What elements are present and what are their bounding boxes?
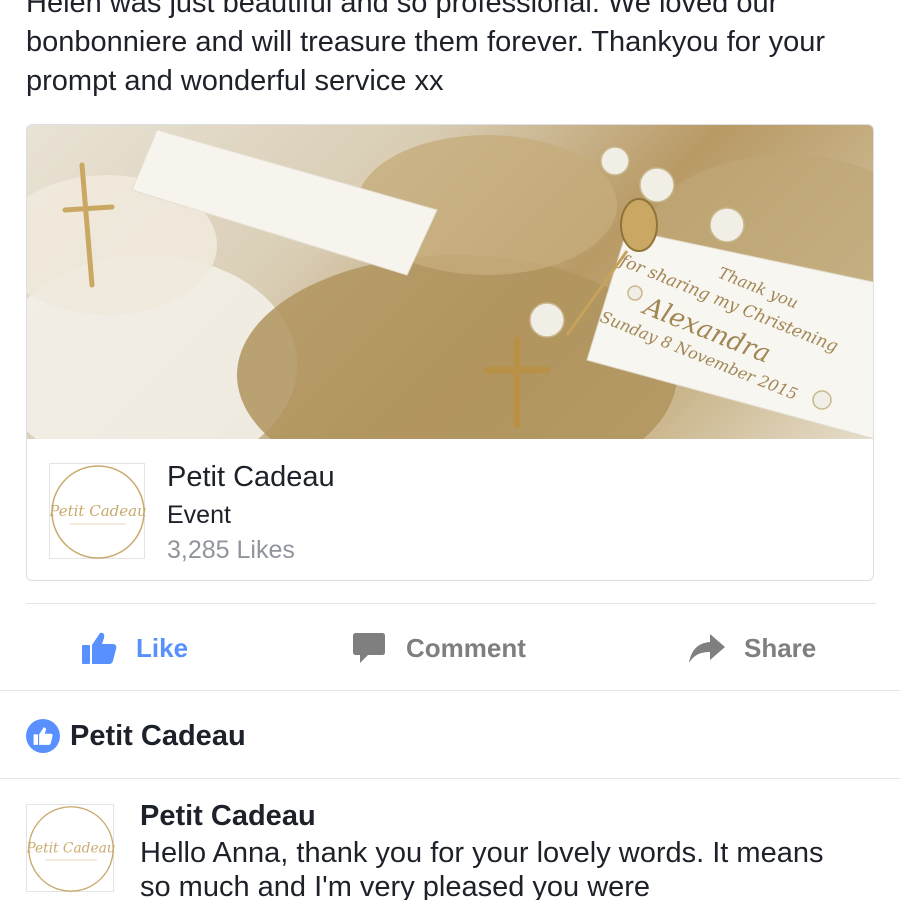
comment-author[interactable]: Petit Cadeau [140, 800, 316, 833]
page-logo[interactable]: Petit Cadeau [48, 463, 147, 559]
comment-bubble-icon [350, 629, 388, 667]
thumbs-up-badge-icon [26, 719, 60, 753]
share-button[interactable]: Share [688, 606, 816, 690]
divider-liked [0, 778, 900, 779]
action-bar: Like Comment Share [0, 606, 900, 690]
divider-top [26, 603, 876, 604]
petit-cadeau-logo-icon: Petit Cadeau [25, 806, 116, 892]
comment-avatar[interactable]: Petit Cadeau [25, 804, 116, 892]
card-photo[interactable]: Thank you for sharing my Christening Ale… [27, 125, 873, 439]
comment-label: Comment [406, 632, 526, 663]
svg-text:Petit Cadeau: Petit Cadeau [50, 502, 146, 520]
like-label: Like [136, 632, 189, 663]
liked-by-name[interactable]: Petit Cadeau [70, 720, 246, 753]
thumbs-up-icon [80, 629, 118, 667]
page-likes-count: 3,285 Likes [167, 536, 295, 564]
share-arrow-icon [688, 629, 726, 667]
photo-illustration: Thank you for sharing my Christening Ale… [27, 129, 873, 439]
link-card[interactable]: Thank you for sharing my Christening Ale… [26, 124, 874, 581]
page-category: Event [167, 501, 231, 529]
svg-text:Petit Cadeau: Petit Cadeau [27, 841, 115, 857]
card-info[interactable]: Petit Cadeau Petit Cadeau Event 3,285 Li… [27, 439, 873, 580]
share-label: Share [744, 632, 817, 663]
page-name[interactable]: Petit Cadeau [167, 461, 335, 494]
post-text: Helen was just beautiful and so professi… [26, 0, 826, 97]
comment-text: Hello Anna, thank you for your lovely wo… [140, 837, 824, 900]
liked-by-row[interactable]: Petit Cadeau [26, 716, 246, 756]
divider-actions [0, 690, 900, 691]
comment-button[interactable]: Comment [350, 606, 526, 690]
like-button[interactable]: Like [80, 606, 188, 690]
petit-cadeau-logo-icon: Petit Cadeau [48, 465, 147, 559]
